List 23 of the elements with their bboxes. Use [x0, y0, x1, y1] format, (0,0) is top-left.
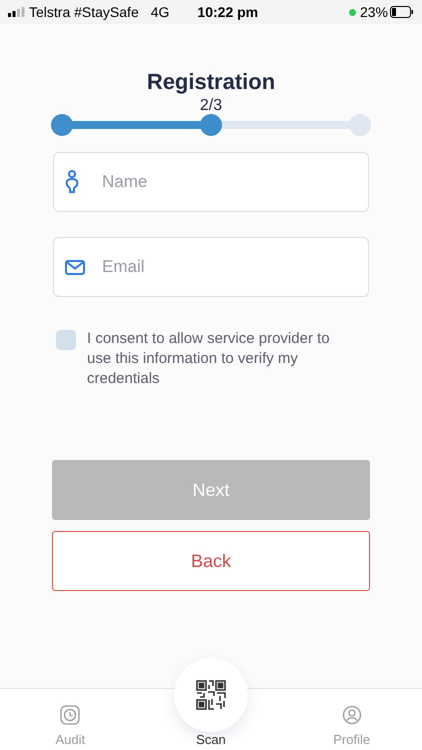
consent-text: I consent to allow service provider to use this information to verify my credentials — [87, 329, 331, 389]
audit-tab[interactable]: Audit — [0, 689, 141, 750]
consent-checkbox[interactable] — [56, 330, 76, 350]
signal-icon — [8, 7, 25, 17]
carrier-name: Telstra #StaySafe — [29, 2, 139, 22]
envelope-icon — [65, 260, 85, 274]
step-counter: 2/3 — [198, 96, 224, 116]
tab-label: Scan — [196, 730, 226, 748]
email-field[interactable]: Email — [53, 237, 369, 297]
battery-percent: 23% — [360, 2, 388, 22]
profile-icon — [342, 704, 362, 724]
qr-code-icon — [196, 680, 226, 710]
clock-icon — [60, 704, 80, 724]
person-icon — [65, 170, 79, 194]
network-type: 4G — [150, 2, 170, 22]
back-button[interactable]: Back — [52, 531, 370, 591]
profile-tab[interactable]: Profile — [281, 689, 422, 750]
battery-icon — [390, 6, 414, 18]
name-field[interactable]: Name — [53, 152, 369, 212]
page-title: Registration — [146, 68, 276, 96]
clock-time: 10:22 pm — [197, 2, 258, 22]
tab-label: Profile — [333, 730, 370, 748]
tab-label: Audit — [56, 730, 86, 748]
